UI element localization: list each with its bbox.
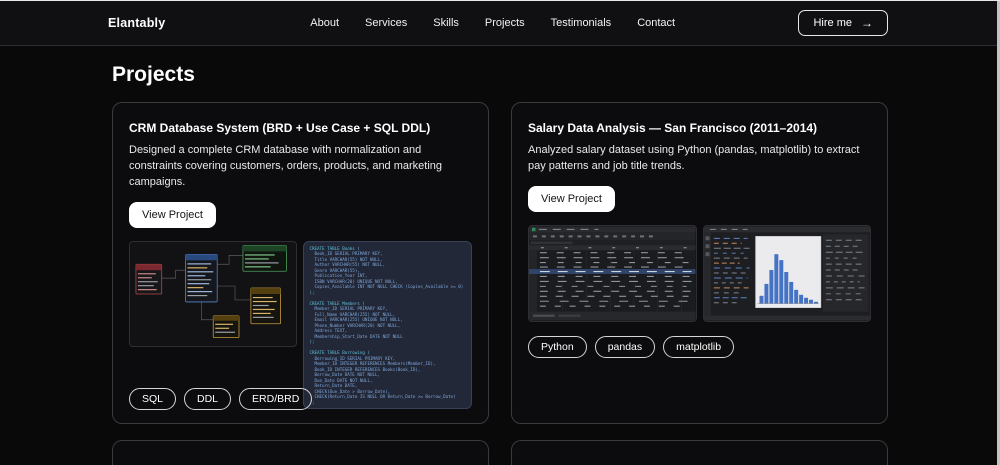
navbar: Elantably About Services Skills Projects Tes… [0,1,1000,46]
brand-logo[interactable]: Elantably [108,16,165,30]
spreadsheet-thumbnail[interactable] [528,224,697,322]
project-thumbnails: CREATE TABLE Books ( Book_ID SERIAL PRIM… [129,240,472,409]
tag-pill[interactable]: SQL [129,388,177,410]
hire-me-label: Hire me [813,17,852,29]
portfolio-page: Elantably About Services Skills Projects Tes… [0,0,1000,465]
tag-list: Python pandas matplotlib [528,335,871,358]
tag-pill[interactable]: Python [528,335,587,358]
project-title: CRM Database System (BRD + Use Case + SQ… [129,121,431,135]
main-content: Projects CRM Database System (BRD + Use … [0,63,1000,465]
sql-code-thumbnail[interactable]: CREATE TABLE Books ( Book_ID SERIAL PRIM… [303,240,472,409]
hire-me-button[interactable]: Hire me → [798,10,888,36]
project-card-partial [112,440,489,465]
tag-list: SQL DDL ERD/BRD [129,388,313,410]
view-project-button[interactable]: View Project [528,185,615,212]
code-line: Copies_Available INT NOT NULL CHECK (Cop… [309,284,464,290]
nav-link[interactable]: Projects [485,17,525,29]
view-project-button[interactable]: View Project [129,201,216,228]
project-thumbnails [528,224,872,322]
project-title: Salary Data Analysis — San Francisco (20… [528,121,818,135]
erd-diagram-thumbnail[interactable] [129,240,298,347]
projects-grid-next-row [112,440,888,465]
project-description: Designed a complete CRM database with no… [129,144,443,188]
project-card-partial [511,440,888,465]
notebook-histogram-thumbnail[interactable] [702,224,872,322]
tag-pill[interactable]: ERD/BRD [239,388,313,410]
page-title: Projects [112,63,195,86]
code-line: CHECK(Return_Date IS NULL OR Return_Date… [309,394,456,400]
nav-link[interactable]: Skills [433,17,459,29]
project-card-crm: CRM Database System (BRD + Use Case + SQ… [112,102,489,424]
projects-grid: CRM Database System (BRD + Use Case + SQ… [112,102,888,424]
nav-link[interactable]: Testimonials [551,17,612,29]
project-card-salary: Salary Data Analysis — San Francisco (20… [511,102,888,424]
nav-link[interactable]: Contact [637,17,675,29]
nav-link[interactable]: Services [365,17,407,29]
nav-links: About Services Skills Projects Testimonials C… [310,17,675,29]
tag-pill[interactable]: matplotlib [663,335,735,358]
nav-link[interactable]: About [310,17,339,29]
tag-pill[interactable]: DDL [184,388,232,410]
code-line: ); [309,399,315,405]
arrow-right-icon: → [861,16,873,30]
tag-pill[interactable]: pandas [594,335,656,358]
project-description: Analyzed salary dataset using Python (pa… [528,144,860,172]
